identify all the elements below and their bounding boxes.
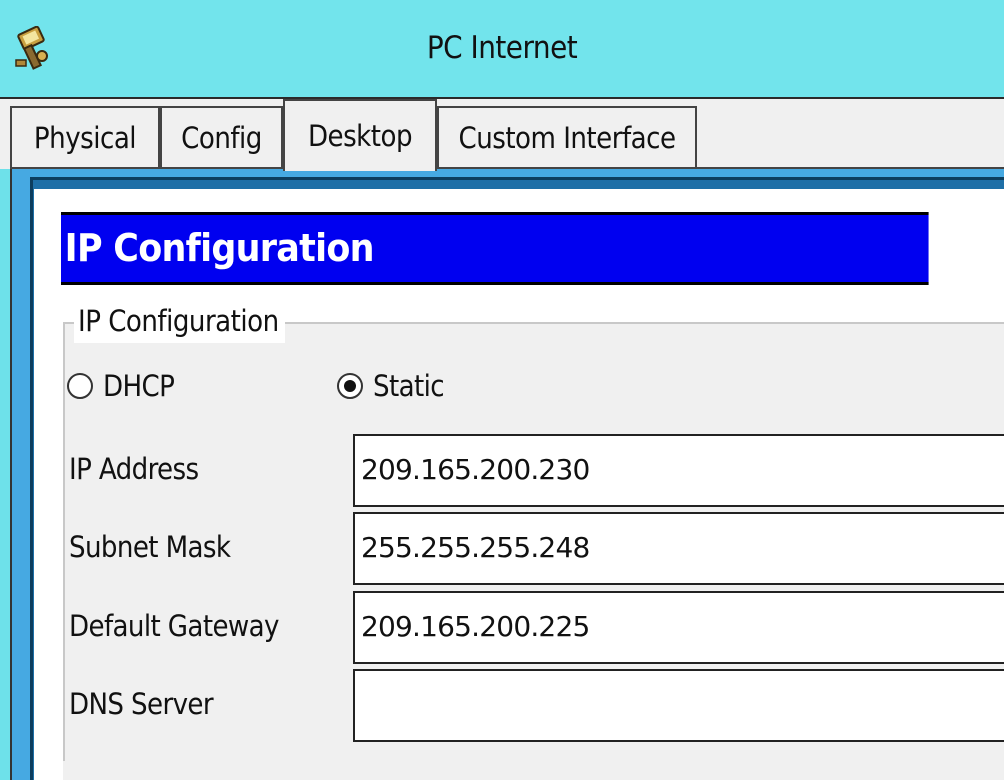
tab-custom-interface[interactable]: Custom Interface — [437, 106, 697, 169]
ip-address-field[interactable]: 209.165.200.230 — [353, 434, 1004, 507]
group-bottom-area — [63, 761, 1004, 780]
dns-server-label: DNS Server — [69, 687, 214, 721]
window-title: PC Internet — [426, 30, 578, 66]
dns-server-field[interactable] — [353, 669, 1004, 742]
static-radio[interactable] — [337, 373, 363, 399]
group-label: IP Configuration — [74, 299, 285, 343]
tab-physical[interactable]: Physical — [10, 106, 160, 169]
radio-selected-dot — [344, 380, 356, 392]
ip-address-label: IP Address — [69, 452, 199, 486]
default-gateway-label: Default Gateway — [69, 609, 279, 643]
static-label[interactable]: Static — [373, 366, 445, 406]
subnet-mask-label: Subnet Mask — [69, 530, 231, 564]
dhcp-radio[interactable] — [67, 373, 93, 399]
ip-configuration-header: IP Configuration — [61, 212, 929, 285]
subnet-mask-field[interactable]: 255.255.255.248 — [353, 512, 1004, 585]
tab-desktop[interactable]: Desktop — [283, 99, 437, 171]
default-gateway-field[interactable]: 209.165.200.225 — [353, 591, 1004, 664]
dhcp-label[interactable]: DHCP — [103, 366, 175, 406]
title-bar[interactable]: PC Internet — [0, 0, 1004, 99]
tab-config[interactable]: Config — [160, 106, 283, 169]
application-window: PC Internet Physical Config Desktop Cust… — [0, 0, 1004, 780]
tab-strip-divider — [10, 167, 1004, 169]
